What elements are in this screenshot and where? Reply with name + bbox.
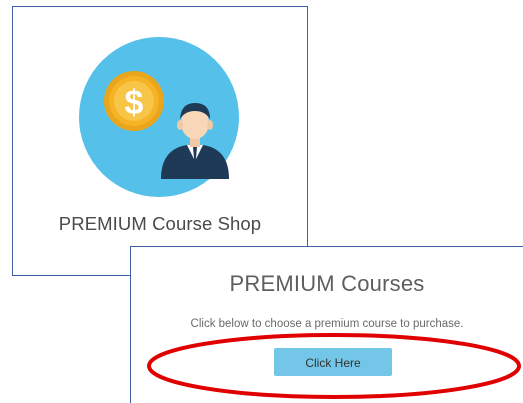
premium-courses-card: PREMIUM Courses Click below to choose a … <box>130 246 523 403</box>
courses-description: Click below to choose a premium course t… <box>190 318 464 330</box>
premium-course-shop-card[interactable]: $ PREMIUM Course Shop <box>12 6 308 276</box>
money-person-icon: $ <box>79 37 239 197</box>
screenshot-stage: $ PREMIUM Course Shop PREMIUM Courses Cl… <box>0 0 523 403</box>
svg-text:$: $ <box>125 84 144 122</box>
courses-title: PREMIUM Courses <box>229 271 425 296</box>
click-here-button[interactable]: Click Here <box>274 348 392 376</box>
shop-title: PREMIUM Course Shop <box>58 213 262 234</box>
